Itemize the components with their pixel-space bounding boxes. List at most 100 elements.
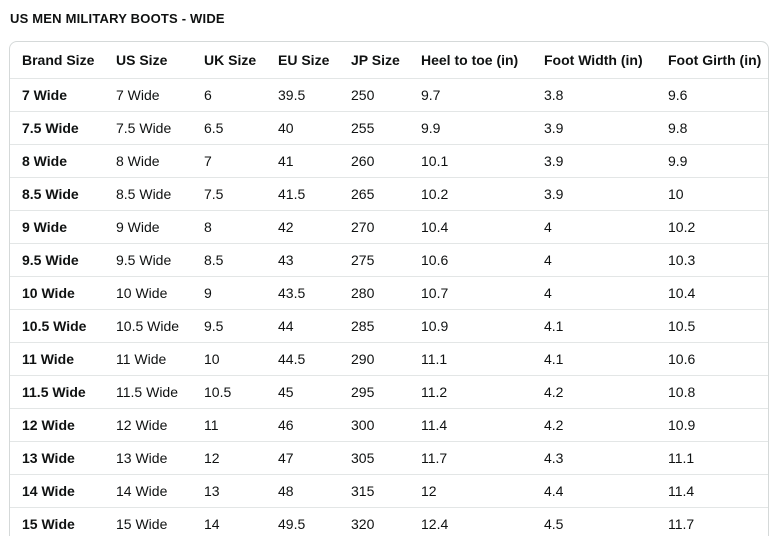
us-size-cell: 8.5 Wide — [116, 185, 172, 202]
size-table-container: Brand Size US Size UK Size EU Size JP Si… — [9, 41, 769, 536]
foot-width-cell: 4.1 — [544, 350, 564, 367]
table-row: 13 Wide 13 Wide 12 47 305 11.7 4.3 11.1 — [10, 441, 768, 474]
foot-width-cell: 3.9 — [544, 185, 564, 202]
brand-size-cell: 15 Wide — [22, 515, 75, 532]
heel-to-toe-cell: 10.9 — [421, 317, 449, 334]
table-row: 10.5 Wide 10.5 Wide 9.5 44 285 10.9 4.1 10.5 — [10, 309, 768, 342]
jp-size-cell: 265 — [351, 185, 375, 202]
foot-girth-cell: 9.6 — [668, 86, 688, 103]
eu-size-cell: 44 — [278, 317, 294, 334]
us-size-cell: 10.5 Wide — [116, 317, 180, 334]
heel-to-toe-cell: 10.2 — [421, 185, 449, 202]
table-row: 15 Wide 15 Wide 14 49.5 320 12.4 4.5 11.7 — [10, 507, 768, 536]
foot-girth-cell: 10.5 — [668, 317, 696, 334]
uk-size-cell: 7.5 — [204, 185, 224, 202]
eu-size-cell: 43.5 — [278, 284, 306, 301]
foot-width-cell: 4 — [544, 251, 552, 268]
chart-title: US MEN MILITARY BOOTS - WIDE — [10, 11, 225, 26]
foot-width-cell: 4 — [544, 218, 552, 235]
jp-size-cell: 260 — [351, 152, 375, 169]
eu-size-cell: 41.5 — [278, 185, 306, 202]
heel-to-toe-cell: 11.1 — [421, 350, 448, 367]
us-size-cell: 12 Wide — [116, 416, 168, 433]
table-row: 8 Wide 8 Wide 7 41 260 10.1 3.9 9.9 — [10, 144, 768, 177]
brand-size-cell: 11.5 Wide — [22, 383, 86, 400]
size-table: Brand Size US Size UK Size EU Size JP Si… — [10, 42, 768, 536]
header-jp-size: JP Size — [351, 52, 400, 69]
brand-size-cell: 8 Wide — [22, 152, 67, 169]
table-row: 9.5 Wide 9.5 Wide 8.5 43 275 10.6 4 10.3 — [10, 243, 768, 276]
foot-girth-cell: 10.9 — [668, 416, 696, 433]
uk-size-cell: 8.5 — [204, 251, 224, 268]
foot-width-cell: 4.4 — [544, 482, 564, 499]
jp-size-cell: 275 — [351, 251, 375, 268]
table-row: 9 Wide 9 Wide 8 42 270 10.4 4 10.2 — [10, 210, 768, 243]
table-row: 7.5 Wide 7.5 Wide 6.5 40 255 9.9 3.9 9.8 — [10, 111, 768, 144]
brand-size-cell: 7 Wide — [22, 86, 67, 103]
table-row: 7 Wide 7 Wide 6 39.5 250 9.7 3.8 9.6 — [10, 78, 768, 111]
brand-size-cell: 8.5 Wide — [22, 185, 79, 202]
table-row: 11 Wide 11 Wide 10 44.5 290 11.1 4.1 10.6 — [10, 342, 768, 375]
jp-size-cell: 305 — [351, 449, 375, 466]
foot-girth-cell: 10.8 — [668, 383, 696, 400]
header-foot-girth: Foot Girth (in) — [668, 52, 762, 69]
uk-size-cell: 6 — [204, 86, 212, 103]
table-row: 12 Wide 12 Wide 11 46 300 11.4 4.2 10.9 — [10, 408, 768, 441]
uk-size-cell: 12 — [204, 449, 220, 466]
uk-size-cell: 8 — [204, 218, 212, 235]
brand-size-cell: 7.5 Wide — [22, 119, 79, 136]
us-size-cell: 11.5 Wide — [116, 383, 178, 400]
header-eu-size: EU Size — [278, 52, 330, 69]
us-size-cell: 10 Wide — [116, 284, 168, 301]
jp-size-cell: 300 — [351, 416, 375, 433]
eu-size-cell: 40 — [278, 119, 294, 136]
table-row: 11.5 Wide 11.5 Wide 10.5 45 295 11.2 4.2 10.8 — [10, 375, 768, 408]
brand-size-cell: 13 Wide — [22, 449, 75, 466]
heel-to-toe-cell: 11.7 — [421, 449, 448, 466]
brand-size-cell: 9.5 Wide — [22, 251, 79, 268]
eu-size-cell: 45 — [278, 383, 294, 400]
heel-to-toe-cell: 10.6 — [421, 251, 449, 268]
uk-size-cell: 9.5 — [204, 317, 224, 334]
uk-size-cell: 13 — [204, 482, 220, 499]
jp-size-cell: 295 — [351, 383, 375, 400]
foot-girth-cell: 9.9 — [668, 152, 688, 169]
eu-size-cell: 48 — [278, 482, 294, 499]
eu-size-cell: 47 — [278, 449, 294, 466]
foot-girth-cell: 10.3 — [668, 251, 696, 268]
eu-size-cell: 41 — [278, 152, 294, 169]
eu-size-cell: 46 — [278, 416, 294, 433]
foot-width-cell: 4 — [544, 284, 552, 301]
heel-to-toe-cell: 10.1 — [421, 152, 449, 169]
foot-girth-cell: 11.7 — [668, 515, 695, 532]
us-size-cell: 8 Wide — [116, 152, 160, 169]
brand-size-cell: 10 Wide — [22, 284, 75, 301]
foot-width-cell: 4.2 — [544, 416, 564, 433]
eu-size-cell: 49.5 — [278, 515, 306, 532]
foot-girth-cell: 11.1 — [668, 449, 695, 466]
jp-size-cell: 250 — [351, 86, 375, 103]
brand-size-cell: 14 Wide — [22, 482, 75, 499]
uk-size-cell: 6.5 — [204, 119, 224, 136]
foot-width-cell: 3.9 — [544, 152, 564, 169]
heel-to-toe-cell: 11.2 — [421, 383, 448, 400]
foot-girth-cell: 10 — [668, 185, 684, 202]
jp-size-cell: 320 — [351, 515, 375, 532]
table-row: 8.5 Wide 8.5 Wide 7.5 41.5 265 10.2 3.9 10 — [10, 177, 768, 210]
brand-size-cell: 11 Wide — [22, 350, 75, 367]
foot-width-cell: 3.9 — [544, 119, 564, 136]
jp-size-cell: 255 — [351, 119, 375, 136]
jp-size-cell: 270 — [351, 218, 375, 235]
size-chart-page: US MEN MILITARY BOOTS - WIDE Brand Size … — [0, 0, 775, 536]
brand-size-cell: 10.5 Wide — [22, 317, 87, 334]
us-size-cell: 11 Wide — [116, 350, 167, 367]
heel-to-toe-cell: 9.7 — [421, 86, 441, 103]
heel-to-toe-cell: 11.4 — [421, 416, 448, 433]
table-row: 10 Wide 10 Wide 9 43.5 280 10.7 4 10.4 — [10, 276, 768, 309]
us-size-cell: 14 Wide — [116, 482, 168, 499]
uk-size-cell: 10.5 — [204, 383, 232, 400]
header-brand-size: Brand Size — [22, 52, 95, 69]
brand-size-cell: 9 Wide — [22, 218, 67, 235]
us-size-cell: 7 Wide — [116, 86, 160, 103]
header-foot-width: Foot Width (in) — [544, 52, 643, 69]
